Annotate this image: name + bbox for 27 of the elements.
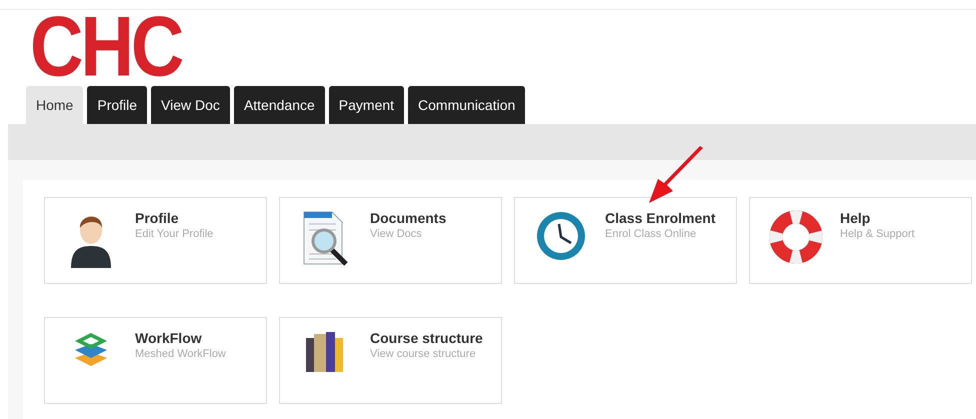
tile-title: Help [840, 210, 872, 227]
menu-tile[interactable]: Documents View Docs [279, 197, 502, 284]
lifebuoy-icon [769, 210, 823, 264]
tile-subtitle: Enrol Class Online [605, 227, 698, 241]
nav-tab[interactable]: Home [26, 86, 84, 124]
menu-tile[interactable]: WorkFlow Meshed WorkFlow [44, 317, 267, 404]
menu-tile[interactable]: Profile Edit Your Profile [44, 197, 267, 284]
tile-subtitle: Meshed WorkFlow [135, 347, 226, 361]
nav-tab[interactable]: Payment [328, 86, 404, 124]
tile-title: WorkFlow [135, 330, 203, 347]
tile-subtitle: Edit Your Profile [135, 227, 214, 241]
tile-subtitle: Help & Support [840, 227, 915, 241]
menu-tile[interactable]: Help Help & Support [749, 197, 972, 284]
tile-title: Profile [135, 210, 180, 227]
nav-tab[interactable]: Communication [408, 86, 526, 124]
logo: CHC [30, 10, 182, 84]
tile-title: Course structure [370, 330, 483, 347]
nav-tab[interactable]: Attendance [234, 86, 325, 124]
tile-subtitle: View Docs [370, 227, 423, 241]
tile-subtitle: View course structure [370, 347, 477, 361]
tile-title: Documents [370, 210, 446, 227]
menu-tile[interactable]: Course structure View course structure [279, 317, 502, 404]
nav-tab[interactable]: Profile [87, 86, 148, 124]
tile-title: Class Enrolment [605, 210, 716, 227]
nav-tab[interactable]: View Doc [151, 86, 230, 124]
clock-icon [536, 210, 586, 262]
menu-tile[interactable]: Class Enrolment Enrol Class Online [514, 197, 737, 284]
